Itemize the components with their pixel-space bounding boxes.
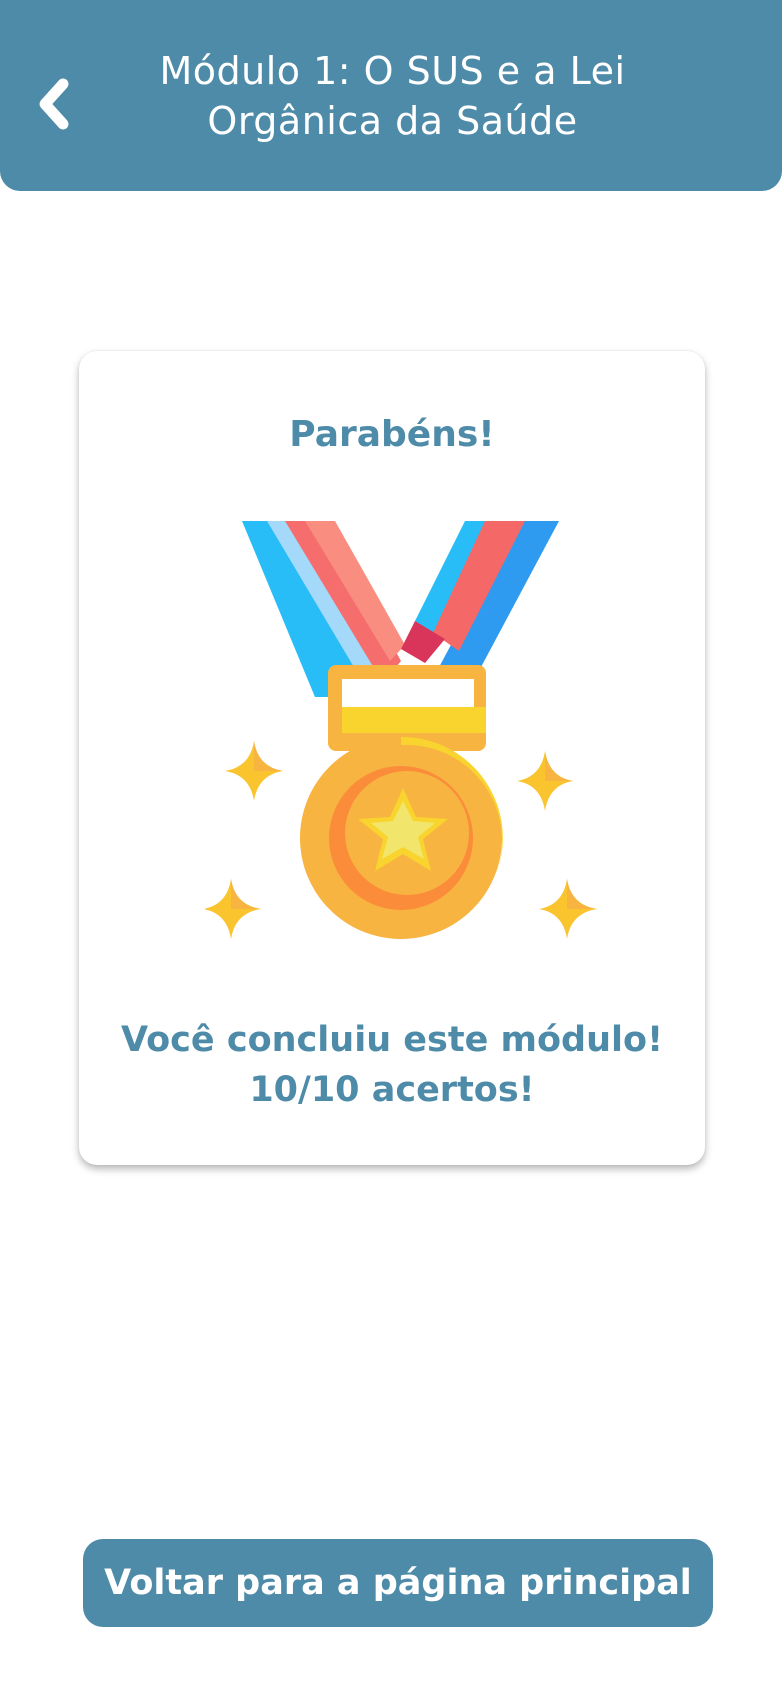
completion-card: Parabéns! Você concluiu este módulo! 10/… xyxy=(79,351,705,1165)
back-button[interactable] xyxy=(26,64,84,144)
app-screen: Módulo 1: O SUS e a Lei Orgânica da Saúd… xyxy=(0,0,782,1692)
chevron-left-icon xyxy=(39,78,69,130)
score-text: 10/10 acertos! xyxy=(249,1070,535,1110)
congratulations-heading: Parabéns! xyxy=(289,414,495,455)
completion-message-line-1: Você concluiu este módulo! xyxy=(120,1020,664,1060)
page-title-line-2: Orgânica da Saúde xyxy=(207,99,578,143)
back-to-home-button[interactable]: Voltar para a página principal xyxy=(83,1539,713,1627)
page-title-line-1: Módulo 1: O SUS e a Lei xyxy=(159,49,626,93)
page-title: Módulo 1: O SUS e a Lei Orgânica da Saúd… xyxy=(110,46,675,146)
completion-message: Você concluiu este módulo! 10/10 acertos… xyxy=(79,1015,705,1115)
top-app-bar: Módulo 1: O SUS e a Lei Orgânica da Saúd… xyxy=(0,0,782,191)
medal-icon xyxy=(205,521,597,939)
